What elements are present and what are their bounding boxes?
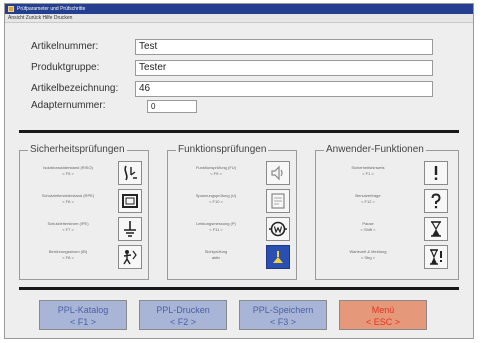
row-key: < F10 > bbox=[209, 199, 223, 204]
article-number-field[interactable]: Test bbox=[135, 39, 433, 55]
row-key: < Strg > bbox=[360, 255, 376, 260]
menu-bar[interactable]: Ansicht Zurück Hilfe Drucken bbox=[5, 14, 473, 23]
touch-current-icon bbox=[123, 250, 137, 265]
row-key: aktiv bbox=[211, 255, 221, 260]
row-key: < F8 > bbox=[62, 255, 74, 260]
ppl-catalog-button[interactable]: PPL-Katalog < F1 > bbox=[39, 300, 127, 330]
leakage-current-test-button[interactable] bbox=[118, 217, 142, 241]
bottom-divider bbox=[19, 287, 459, 290]
menu-button[interactable]: Menü < ESC > bbox=[339, 300, 427, 330]
window-title: Prüfparameter und Prüfschritte bbox=[17, 6, 86, 12]
app-icon bbox=[8, 6, 14, 12]
user-row-pause: Pause < Shift > bbox=[316, 217, 458, 243]
top-divider bbox=[19, 130, 459, 133]
adapter-number-field[interactable]: 0 bbox=[147, 100, 197, 113]
row-key: < F11 > bbox=[209, 227, 223, 232]
ppl-print-button[interactable]: PPL-Drucken < F2 > bbox=[139, 300, 227, 330]
product-group-row: Produktgruppe: Tester bbox=[31, 60, 451, 76]
exclamation-icon bbox=[434, 166, 438, 180]
ppl-save-key: < F3 > bbox=[269, 317, 296, 327]
pause-button[interactable] bbox=[424, 217, 448, 241]
protective-conductor-test-button[interactable] bbox=[118, 189, 142, 213]
visual-inspection-button[interactable] bbox=[266, 245, 290, 269]
function-tests-group: Funktionsprüfungen Funktionsprüfung (FU)… bbox=[167, 144, 297, 280]
ppl-save-button[interactable]: PPL-Speichern < F3 > bbox=[239, 300, 327, 330]
app-window: Prüfparameter und Prüfschritte Ansicht Z… bbox=[4, 3, 474, 339]
row-key: < F5 > bbox=[62, 171, 74, 176]
user-functions-group: Anwender-Funktionen Sicherheitshinweis <… bbox=[315, 144, 459, 280]
row-key: < F1 > bbox=[362, 171, 374, 176]
voltage-test-button[interactable] bbox=[266, 189, 290, 213]
row-key: < F7 > bbox=[62, 227, 74, 232]
safety-row-protective-conductor: Schutzleiterwiderstand (RPE) < F6 > bbox=[20, 189, 148, 215]
adapter-number-row: Adapternummer: 0 bbox=[31, 98, 231, 114]
ppl-catalog-key: < F1 > bbox=[69, 317, 96, 327]
function-tests-title: Funktionsprüfungen bbox=[176, 144, 269, 156]
article-number-row: Artikelnummer: Test bbox=[31, 39, 451, 55]
user-row-safety-notice: Sicherheitshinweis < F1 > bbox=[316, 161, 458, 187]
safety-row-touch-current: Berührungsstrom (IB) < F8 > bbox=[20, 245, 148, 271]
article-description-row: Artikelbezeichnung: 46 bbox=[31, 81, 451, 97]
ppl-print-key: < F2 > bbox=[169, 317, 196, 327]
insulation-icon bbox=[124, 165, 137, 181]
watt-meter-icon bbox=[269, 221, 287, 237]
ppl-print-label: PPL-Drucken bbox=[156, 305, 210, 315]
function-row-visual-inspection: Sichtprüfung aktiv bbox=[168, 245, 296, 271]
article-description-field[interactable]: 46 bbox=[135, 81, 433, 97]
user-row-wait-message: Wartezeit & Meldung < Strg > bbox=[316, 245, 458, 271]
function-test-button[interactable] bbox=[266, 161, 290, 185]
function-row-voltage-test: Spannungsprüfung (U) < F10 > bbox=[168, 189, 296, 215]
hourglass-warning-icon bbox=[430, 249, 442, 265]
user-row-user-question: Benutzerfrage < F12 > bbox=[316, 189, 458, 215]
user-functions-title: Anwender-Funktionen bbox=[324, 144, 426, 156]
function-row-function-test: Funktionsprüfung (FU) < F9 > bbox=[168, 161, 296, 187]
safety-tests-title: Sicherheitsprüfungen bbox=[28, 144, 127, 156]
row-key: < F12 > bbox=[361, 199, 375, 204]
hourglass-icon bbox=[430, 221, 442, 237]
device-frame-icon bbox=[122, 194, 138, 208]
question-icon bbox=[431, 193, 441, 209]
adapter-number-label: Adapternummer: bbox=[31, 100, 106, 111]
speaker-icon bbox=[271, 165, 283, 181]
safety-row-leakage-current: Schutzleiterstrom (IPE) < F7 > bbox=[20, 217, 148, 243]
earth-ground-icon bbox=[124, 221, 136, 237]
menu-key: < ESC > bbox=[365, 317, 401, 327]
power-measurement-button[interactable] bbox=[266, 217, 290, 241]
row-key: < F9 > bbox=[210, 171, 222, 176]
safety-notice-button[interactable] bbox=[424, 161, 448, 185]
document-check-icon bbox=[271, 193, 285, 209]
row-key: < F6 > bbox=[62, 199, 74, 204]
insulation-test-button[interactable] bbox=[118, 161, 142, 185]
ppl-catalog-label: PPL-Katalog bbox=[57, 305, 109, 315]
wait-message-button[interactable] bbox=[424, 245, 448, 269]
article-number-label: Artikelnummer: bbox=[31, 41, 99, 52]
safety-tests-group: Sicherheitsprüfungen Isolationswiderstan… bbox=[19, 144, 149, 280]
article-description-label: Artikelbezeichnung: bbox=[31, 83, 119, 94]
menu-label: Menü bbox=[371, 305, 395, 315]
visual-inspection-icon bbox=[273, 251, 283, 263]
safety-row-insulation: Isolationswiderstand (RISO) < F5 > bbox=[20, 161, 148, 187]
product-group-label: Produktgruppe: bbox=[31, 62, 100, 73]
user-question-button[interactable] bbox=[424, 189, 448, 213]
row-key: < Shift > bbox=[360, 227, 376, 232]
function-row-power-measurement: Leistungsmessung (P) < F11 > bbox=[168, 217, 296, 243]
title-bar: Prüfparameter und Prüfschritte bbox=[5, 4, 473, 14]
touch-current-test-button[interactable] bbox=[118, 245, 142, 269]
ppl-save-label: PPL-Speichern bbox=[252, 305, 314, 315]
product-group-field[interactable]: Tester bbox=[135, 60, 433, 76]
